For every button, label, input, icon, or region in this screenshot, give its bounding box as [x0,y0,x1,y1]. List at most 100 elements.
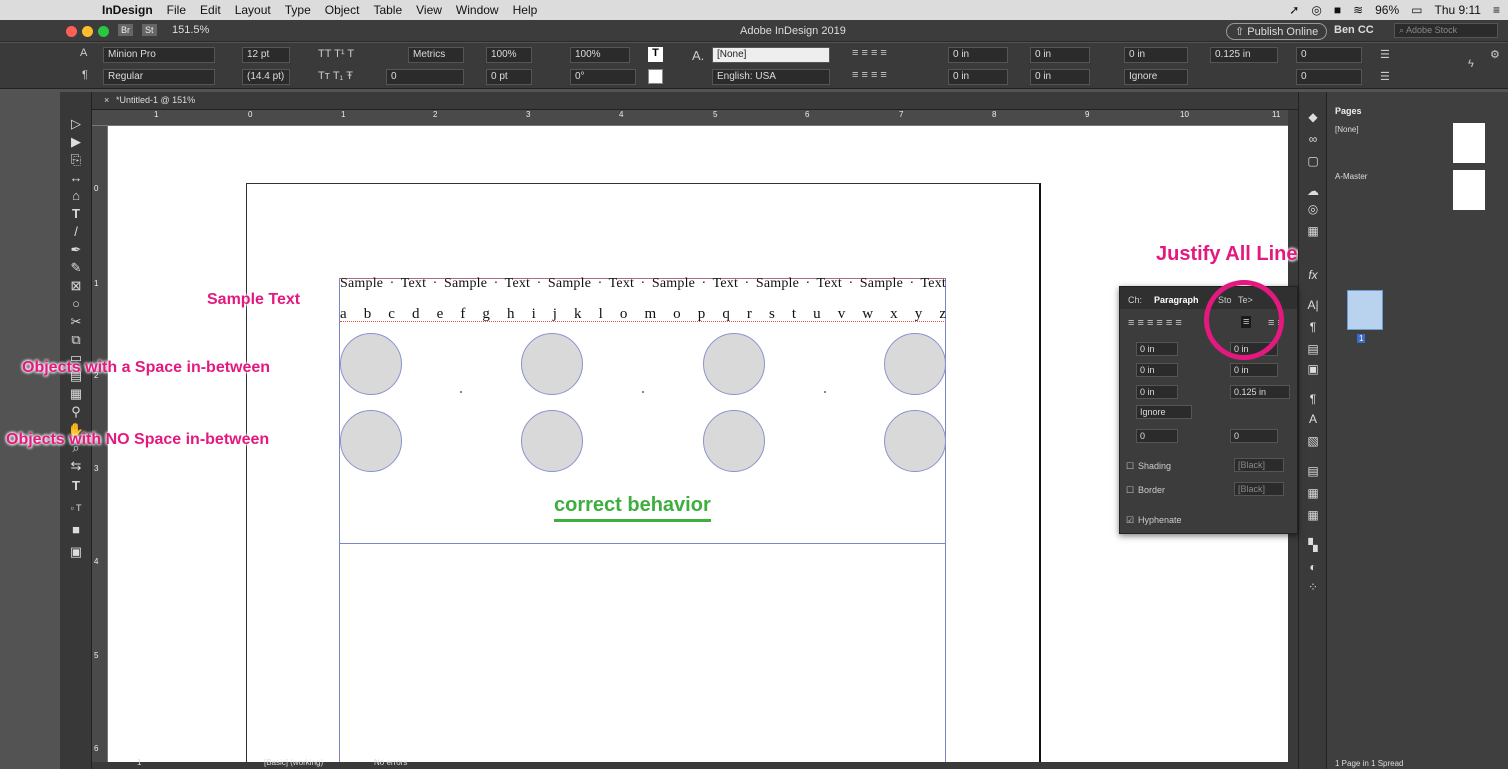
horizontal-scale-field[interactable]: 100% [570,47,630,63]
none-master[interactable]: [None] [1335,125,1359,134]
menu-help[interactable]: Help [513,3,538,17]
color-icon[interactable]: ◐ [1299,560,1327,574]
skew-field[interactable]: 0° [570,69,636,85]
last-line-indent-field[interactable]: 0 in [1030,69,1090,85]
circle-object[interactable] [703,410,765,472]
menu-layout[interactable]: Layout [235,3,271,17]
sample-text-line[interactable]: Sample · Text · Sample · Text · Sample ·… [340,276,946,292]
circle-object[interactable] [340,410,402,472]
pages-icon[interactable]: ▢ [1299,154,1327,168]
paragraph-styles-icon[interactable]: ▤ [1299,342,1327,356]
tab-paragraph[interactable]: Paragraph [1154,295,1199,305]
vertical-scale-field[interactable]: 100% [486,47,532,63]
swatches-icon[interactable]: ⁘ [1299,580,1327,594]
menu-table[interactable]: Table [373,3,402,17]
font-size-field[interactable]: 12 pt [242,47,290,63]
circle-object[interactable] [340,333,402,395]
tab-character[interactable]: Ch: [1128,295,1142,305]
zoom-level[interactable]: 151.5% [172,24,209,36]
apply-color-icon[interactable]: ■ [60,520,92,540]
pathfinder-icon[interactable]: ▚ [1299,538,1327,552]
align-to-grid-dropdown[interactable]: Ignore [1136,405,1192,419]
location-icon[interactable]: ➚ [1289,3,1299,17]
cc-libraries-icon[interactable]: ☁ [1299,184,1327,198]
align-icon[interactable]: ▤ [1299,464,1327,478]
quick-apply-icon[interactable]: ϟ [1468,58,1474,70]
preflight-status[interactable]: No errors [374,758,407,767]
table-icon[interactable]: ¶ [1299,392,1327,406]
circle-object[interactable] [703,333,765,395]
clock[interactable]: Thu 9:11 [1435,3,1481,17]
scissors-tool-icon[interactable]: ✂ [60,312,92,332]
settings-gear-icon[interactable]: ⚙ [1490,48,1500,61]
character-styles-icon[interactable]: ▣ [1299,362,1327,376]
first-line-indent-field[interactable]: 0 in [1136,363,1178,377]
page-tool-icon[interactable]: ⎘ [60,150,92,170]
minimize-window-button[interactable] [82,26,93,37]
table-styles-icon[interactable]: ▦ [1299,508,1327,522]
circle-object[interactable] [884,410,946,472]
border-checkbox[interactable]: ☐ [1126,485,1134,496]
bridge-button[interactable]: Br [118,24,133,36]
tracking-field[interactable]: 0 [386,69,464,85]
layers-icon[interactable]: ◆ [1299,110,1327,124]
apply-container-icon[interactable]: ▫ T [60,498,92,518]
object-styles-icon[interactable]: ▦ [1299,486,1327,500]
border-color-field[interactable]: [Black] [1234,482,1284,496]
none-master-thumbnail[interactable] [1453,123,1485,163]
circle-object[interactable] [884,333,946,395]
space-before-field[interactable]: 0 in [1124,47,1188,63]
small-caps-icon[interactable]: Tт T₁ Ŧ [318,70,353,82]
circle-object[interactable] [521,410,583,472]
align-buttons[interactable]: ≡ ≡ ≡ ≡ ≡ ≡ [1128,317,1182,329]
rectangle-frame-tool-icon[interactable]: ⊠ [60,276,92,296]
language-field[interactable]: English: USA [712,69,830,85]
numbering-icon[interactable]: ☰ [1380,70,1390,83]
menu-file[interactable]: File [167,3,186,17]
stroke-icon[interactable]: ▦ [1299,224,1327,238]
document-tab[interactable]: *Untitled-1 @ 151% [116,95,195,105]
selection-tool-icon[interactable]: ▷ [60,114,92,134]
effects-icon[interactable]: fx [1299,268,1327,282]
menu-window[interactable]: Window [456,3,499,17]
battery-icon[interactable]: ▭ [1411,3,1422,17]
stroke-none-icon[interactable] [648,69,663,84]
links-icon[interactable]: ∞ [1299,132,1327,146]
a-master[interactable]: A-Master [1335,172,1367,181]
menu-object[interactable]: Object [325,3,360,17]
swap-fill-stroke-icon[interactable]: ⇆ [60,456,92,476]
gap-tool-icon[interactable]: ↔ [60,168,92,188]
zoom-window-button[interactable] [98,26,109,37]
leading-field[interactable]: (14.4 pt) [242,69,290,85]
text-wrap-icon[interactable]: ▧ [1299,434,1327,448]
creative-cloud-icon[interactable]: ◎ [1311,3,1321,17]
align-to-grid-field[interactable]: Ignore [1124,69,1188,85]
bullets-icon[interactable]: ☰ [1380,48,1390,61]
drop-cap-lines-field[interactable]: 0 [1296,47,1362,63]
all-caps-icon[interactable]: TT T¹ T [318,48,354,60]
menu-edit[interactable]: Edit [200,3,221,17]
preflight-profile[interactable]: [Basic] (working) [264,758,323,767]
glyphs-icon[interactable]: A [1299,412,1327,426]
properties-icon[interactable]: ◎ [1299,202,1327,216]
formatting-text-icon[interactable]: T [60,476,92,496]
siri-icon[interactable]: ≡ [1493,3,1500,17]
baseline-shift-field[interactable]: 0 pt [486,69,532,85]
type-tool-icon[interactable]: T [60,204,92,224]
wifi-icon[interactable]: ≋ [1353,3,1363,17]
drop-cap-chars-field[interactable]: 0 [1296,69,1362,85]
paragraph-icon[interactable]: ¶ [1299,320,1327,334]
pen-tool-icon[interactable]: ✒ [60,240,92,260]
free-transform-tool-icon[interactable]: ⧉ [60,330,92,350]
shading-color-field[interactable]: [Black] [1234,458,1284,472]
align-buttons-row2[interactable]: ≡ ≡ ≡ ≡ [852,69,887,81]
eyedropper-tool-icon[interactable]: ⚲ [60,402,92,422]
shading-checkbox[interactable]: ☐ [1126,461,1134,472]
publish-online-button[interactable]: ⇧ Publish Online [1226,23,1328,40]
character-icon[interactable]: A| [1299,298,1327,312]
close-tab-icon[interactable]: × [104,95,109,105]
notification-icon[interactable]: ■ [1334,3,1341,17]
fill-text-icon[interactable]: T [648,47,663,62]
left-indent-field[interactable]: 0 in [948,47,1008,63]
page-1-thumbnail[interactable] [1347,290,1383,330]
